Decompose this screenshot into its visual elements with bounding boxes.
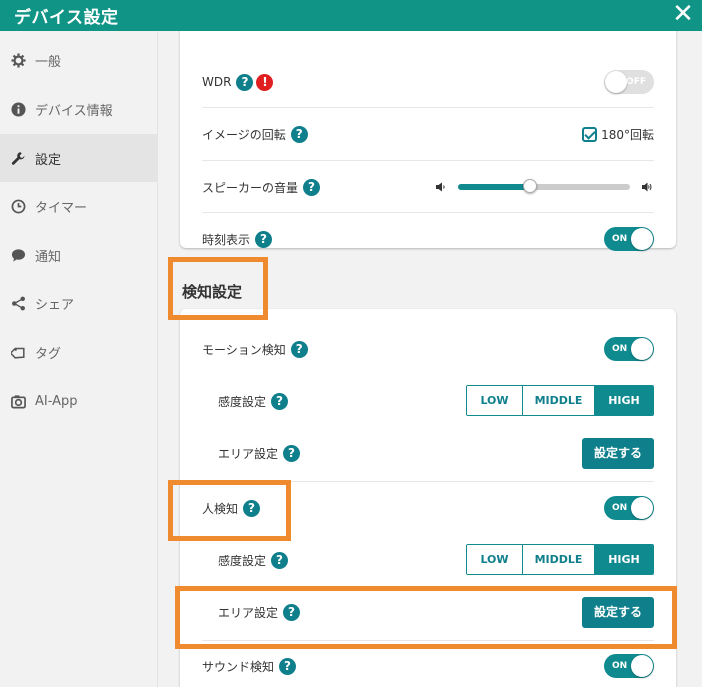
time-display-label: 時刻表示 — [202, 232, 251, 247]
human-sensitivity-selector[interactable]: LOW MIDDLE HIGH — [466, 544, 654, 575]
camera-icon — [10, 393, 26, 409]
info-icon — [10, 101, 26, 117]
toggle-state: ON — [612, 234, 628, 244]
general-settings-card: WDR ? ! OFF イメージの回転 ? 180°回転 スピーカーの音量 ? … — [180, 31, 676, 251]
motion-sensitivity-label: 感度設定 — [218, 394, 267, 409]
sidebar-item-label: 通知 — [35, 249, 62, 265]
sidebar-item-settings[interactable]: 設定 — [0, 134, 158, 182]
sidebar-item-label: シェア — [35, 297, 75, 313]
sensitivity-low-option[interactable]: LOW — [467, 386, 523, 415]
sidebar-item-label: 一般 — [35, 54, 62, 70]
sidebar-item-label: タグ — [35, 346, 62, 362]
sidebar-item-share[interactable]: シェア — [0, 279, 158, 327]
highlight-box-section-title — [168, 257, 268, 320]
toggle-knob — [631, 497, 653, 519]
sensitivity-middle-option[interactable]: MIDDLE — [523, 386, 595, 415]
title-bar: デバイス設定 ✕ — [0, 0, 702, 31]
toggle-knob — [631, 228, 653, 250]
motion-area-label: エリア設定 — [218, 446, 279, 461]
help-icon[interactable]: ? — [279, 657, 297, 675]
chat-bubble-icon — [10, 247, 26, 263]
motion-area-setup-button[interactable]: 設定する — [581, 438, 654, 469]
human-sensitivity-row: 感度設定 ? LOW MIDDLE HIGH — [180, 534, 676, 586]
rotate-180-option[interactable]: 180°回転 — [582, 126, 654, 143]
volume-track[interactable] — [458, 179, 630, 193]
motion-detection-toggle[interactable]: ON — [604, 337, 654, 361]
help-icon[interactable]: ? — [271, 551, 289, 569]
human-detection-toggle[interactable]: ON — [604, 496, 654, 520]
close-icon[interactable]: ✕ — [670, 0, 696, 30]
help-icon[interactable]: ? — [283, 444, 301, 462]
help-icon[interactable]: ? — [271, 392, 289, 410]
wdr-toggle[interactable]: OFF — [604, 70, 654, 94]
tag-icon — [10, 344, 26, 360]
wrench-icon — [10, 150, 26, 166]
warning-icon: ! — [256, 73, 274, 91]
sidebar-item-label: AI-App — [35, 393, 78, 409]
help-icon[interactable]: ? — [303, 178, 321, 196]
motion-sensitivity-selector[interactable]: LOW MIDDLE HIGH — [466, 385, 654, 416]
sidebar: 一般 デバイス情報 設定 タイマー 通知 シェア タグ AI-App — [0, 31, 158, 687]
motion-detection-row: モーション検知 ? ON — [180, 323, 676, 375]
sidebar-item-general[interactable]: 一般 — [0, 36, 158, 84]
clock-icon — [10, 198, 26, 214]
volume-high-icon — [642, 182, 652, 192]
volume-slider[interactable] — [436, 177, 654, 197]
sidebar-item-label: タイマー — [35, 200, 88, 216]
sensitivity-middle-option[interactable]: MIDDLE — [523, 545, 595, 574]
rotation-label: イメージの回転 — [202, 127, 286, 142]
sound-detection-toggle[interactable]: ON — [604, 654, 654, 678]
sidebar-item-timer[interactable]: タイマー — [0, 182, 158, 230]
help-icon[interactable]: ? — [290, 340, 308, 358]
share-icon — [10, 295, 26, 311]
rotate-180-checkbox[interactable] — [582, 126, 598, 142]
motion-detection-label: モーション検知 — [202, 342, 286, 357]
time-display-toggle[interactable]: ON — [604, 227, 654, 251]
motion-area-row: エリア設定 ? 設定する — [180, 427, 676, 479]
rotation-row: イメージの回転 ? 180°回転 — [180, 108, 676, 160]
help-icon[interactable]: ? — [255, 230, 273, 248]
sidebar-item-label: デバイス情報 — [35, 103, 113, 119]
help-icon[interactable]: ? — [290, 125, 308, 143]
toggle-state: OFF — [626, 77, 646, 87]
toggle-knob — [631, 655, 653, 677]
toggle-knob — [605, 71, 627, 93]
sensitivity-high-option[interactable]: HIGH — [595, 545, 653, 574]
sidebar-item-label: 設定 — [35, 152, 62, 168]
toggle-state: ON — [612, 661, 628, 671]
volume-low-icon — [436, 182, 445, 192]
speaker-volume-label: スピーカーの音量 — [202, 180, 299, 195]
highlight-box-area-setting — [175, 586, 677, 649]
sensitivity-high-option[interactable]: HIGH — [595, 386, 653, 415]
highlight-box-human-detection — [168, 480, 291, 541]
sidebar-item-tag[interactable]: タグ — [0, 328, 158, 376]
sidebar-item-notification[interactable]: 通知 — [0, 231, 158, 279]
motion-sensitivity-row: 感度設定 ? LOW MIDDLE HIGH — [180, 375, 676, 427]
sidebar-item-device-info[interactable]: デバイス情報 — [0, 85, 158, 133]
volume-thumb[interactable] — [523, 179, 538, 193]
toggle-state: ON — [612, 344, 628, 354]
volume-fill — [458, 184, 531, 190]
help-icon[interactable]: ? — [236, 73, 254, 91]
wdr-row: WDR ? ! OFF — [180, 56, 676, 108]
wdr-label: WDR — [202, 75, 232, 89]
window-title: デバイス設定 — [14, 8, 119, 28]
sidebar-item-ai-app[interactable]: AI-App — [0, 377, 158, 425]
speaker-volume-row: スピーカーの音量 ? — [180, 161, 676, 213]
rotate-180-label: 180°回転 — [601, 127, 654, 142]
sensitivity-low-option[interactable]: LOW — [467, 545, 523, 574]
toggle-knob — [631, 338, 653, 360]
human-sensitivity-label: 感度設定 — [218, 553, 267, 568]
toggle-state: ON — [612, 503, 628, 513]
gear-icon — [10, 52, 26, 68]
sound-detection-label: サウンド検知 — [202, 659, 275, 674]
